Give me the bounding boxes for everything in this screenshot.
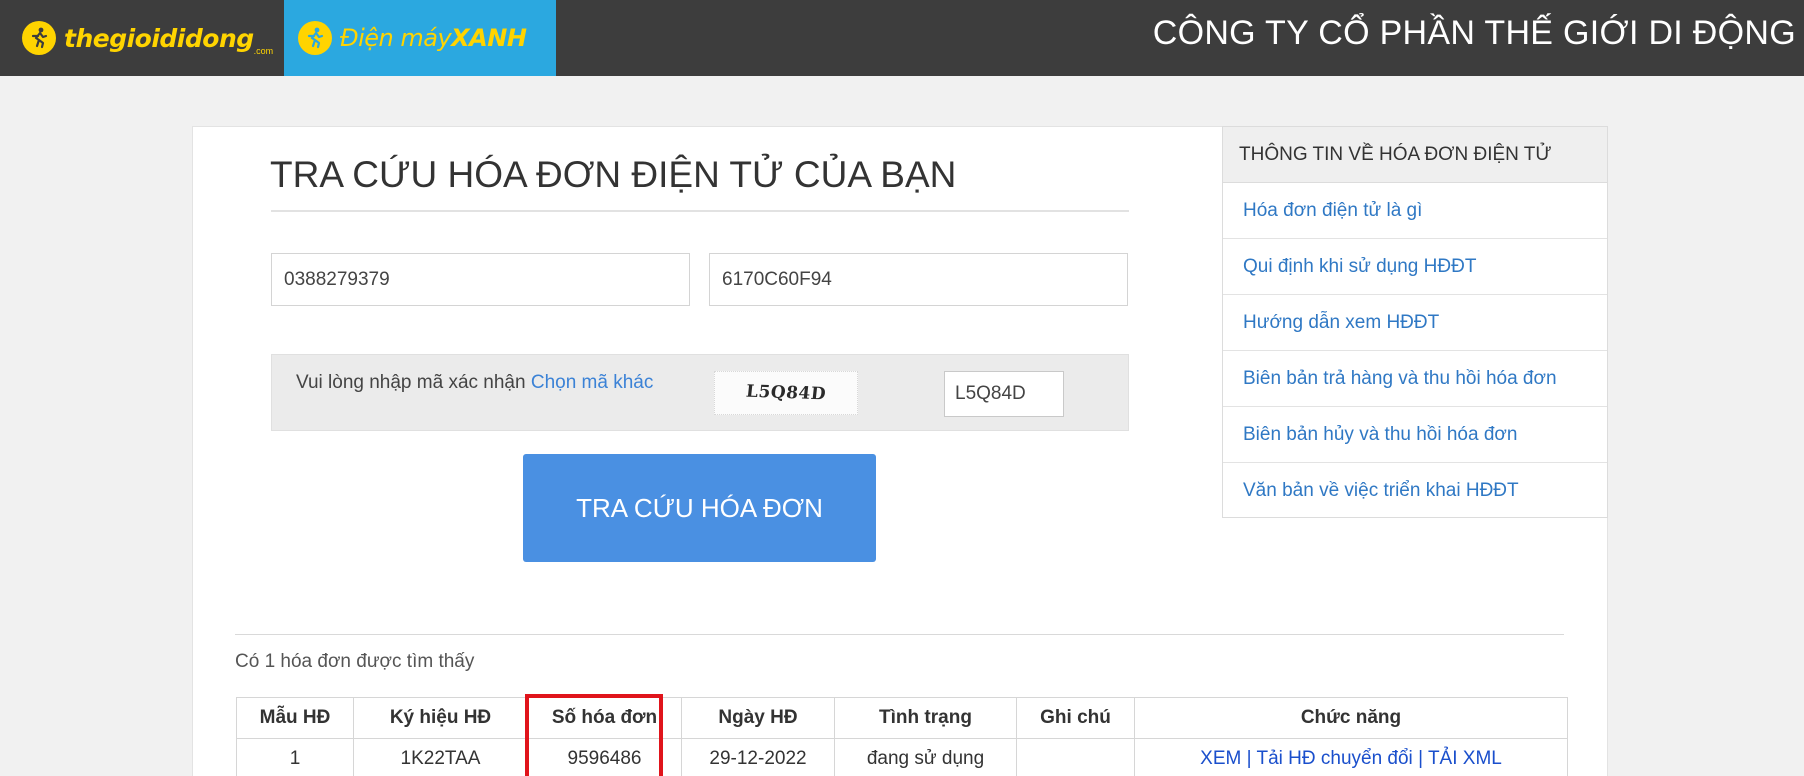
- cell-symbol: 1K22TAA: [353, 738, 528, 776]
- table-row: 1 1K22TAA 9596486 29-12-2022 đang sử dụn…: [236, 738, 1568, 776]
- column-header-note: Ghi chú: [1016, 697, 1135, 739]
- sidebar-heading: THÔNG TIN VỀ HÓA ĐƠN ĐIỆN TỬ: [1223, 127, 1607, 183]
- thegioididong-logo[interactable]: thegioididong .com: [0, 0, 284, 76]
- brand-tgdd-text: thegioididong: [64, 23, 254, 53]
- sidebar-item-cancel-record[interactable]: Biên bản hủy và thu hồi hóa đơn: [1223, 407, 1607, 463]
- cell-status: đang sử dụng: [834, 738, 1017, 776]
- brand-dmx-bold: XANH: [451, 24, 527, 52]
- top-bar: thegioididong .com Điện máyXANH CÔNG TY …: [0, 0, 1804, 76]
- download-xml-link[interactable]: TẢI XML: [1428, 748, 1502, 769]
- title-divider: [271, 210, 1129, 212]
- column-header-template: Mẫu HĐ: [236, 697, 354, 739]
- captcha-input[interactable]: [944, 371, 1064, 417]
- cell-date: 29-12-2022: [681, 738, 835, 776]
- brand-dmx-regular: Điện máy: [340, 24, 452, 52]
- column-header-invoice-number: Số hóa đơn: [527, 697, 682, 739]
- lookup-submit-button[interactable]: TRA CỨU HÓA ĐƠN: [523, 454, 876, 562]
- sidebar-item-deployment-docs[interactable]: Văn bản về việc triển khai HĐĐT: [1223, 463, 1607, 519]
- action-separator: |: [1246, 748, 1252, 769]
- phone-input[interactable]: [271, 253, 690, 306]
- company-name: CÔNG TY CỔ PHẦN THẾ GIỚI DI ĐỘNG: [1152, 14, 1796, 52]
- change-captcha-link[interactable]: Chọn mã khác: [531, 372, 654, 393]
- sidebar-item-return-record[interactable]: Biên bản trả hàng và thu hồi hóa đơn: [1223, 351, 1607, 407]
- captcha-prompt-text: Vui lòng nhập mã xác nhận: [296, 372, 526, 393]
- column-header-status: Tình trạng: [834, 697, 1017, 739]
- cell-template: 1: [236, 738, 354, 776]
- invoice-table: Mẫu HĐ Ký hiệu HĐ Số hóa đơn Ngày HĐ Tìn…: [236, 697, 1568, 776]
- cell-note: [1016, 738, 1135, 776]
- running-man-icon: [298, 21, 332, 55]
- lookup-code-input[interactable]: [709, 253, 1128, 306]
- cell-actions: XEM | Tải HĐ chuyển đổi | TẢI XML: [1134, 738, 1568, 776]
- captcha-prompt: Vui lòng nhập mã xác nhận Chọn mã khác: [296, 372, 653, 394]
- page-title: TRA CỨU HÓA ĐƠN ĐIỆN TỬ CỦA BẠN: [270, 154, 957, 195]
- running-man-icon: [22, 21, 56, 55]
- download-converted-invoice-link[interactable]: Tải HĐ chuyển đổi: [1256, 748, 1412, 769]
- column-header-date: Ngày HĐ: [681, 697, 835, 739]
- captcha-image: L5Q84D: [714, 371, 858, 415]
- captcha-image-text: L5Q84D: [744, 381, 828, 405]
- sidebar-item-viewing-guide[interactable]: Hướng dẫn xem HĐĐT: [1223, 295, 1607, 351]
- table-header-row: Mẫu HĐ Ký hiệu HĐ Số hóa đơn Ngày HĐ Tìn…: [236, 697, 1568, 739]
- action-separator: |: [1418, 748, 1423, 769]
- info-sidebar: THÔNG TIN VỀ HÓA ĐƠN ĐIỆN TỬ Hóa đơn điệ…: [1222, 126, 1608, 518]
- brand-tgdd-suffix: .com: [253, 46, 274, 56]
- brand-dmx-text: Điện máyXANH: [340, 24, 527, 52]
- column-header-symbol: Ký hiệu HĐ: [353, 697, 528, 739]
- cell-invoice-number: 9596486: [527, 738, 682, 776]
- view-invoice-link[interactable]: XEM: [1200, 748, 1241, 769]
- sidebar-item-what-is-einvoice[interactable]: Hóa đơn điện tử là gì: [1223, 183, 1607, 239]
- results-count-text: Có 1 hóa đơn được tìm thấy: [235, 651, 475, 672]
- dienmayxanh-logo[interactable]: Điện máyXANH: [284, 0, 556, 76]
- sidebar-item-regulations[interactable]: Qui định khi sử dụng HĐĐT: [1223, 239, 1607, 295]
- column-header-actions: Chức năng: [1134, 697, 1568, 739]
- results-divider: [235, 634, 1564, 635]
